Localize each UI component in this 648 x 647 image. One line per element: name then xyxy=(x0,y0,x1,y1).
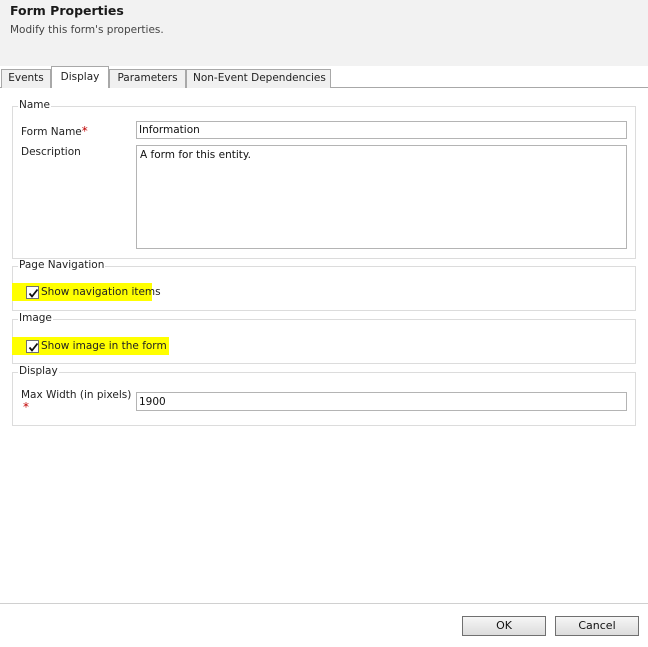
tab-display[interactable]: Display xyxy=(51,66,109,88)
image-section-legend: Image xyxy=(18,312,53,324)
dialog-footer xyxy=(0,604,648,647)
image-section: Image Show image in the form xyxy=(12,312,636,364)
description-textarea[interactable]: A form for this entity. xyxy=(136,145,627,249)
cancel-button[interactable]: Cancel xyxy=(555,616,639,636)
name-section-legend: Name xyxy=(18,99,51,111)
dialog-title: Form Properties xyxy=(10,3,124,18)
display-section-legend: Display xyxy=(18,365,59,377)
tab-events[interactable]: Events xyxy=(1,69,51,88)
max-width-label: Max Width (in pixels) xyxy=(21,389,132,401)
required-asterisk: * xyxy=(23,400,29,414)
checkmark-icon xyxy=(28,342,39,352)
form-name-input[interactable] xyxy=(136,121,627,139)
show-image-label[interactable]: Show image in the form xyxy=(41,340,167,352)
display-section: Display Max Width (in pixels) * xyxy=(12,365,636,426)
max-width-input[interactable] xyxy=(136,392,627,411)
dialog-header: Form Properties Modify this form's prope… xyxy=(0,0,648,66)
description-label: Description xyxy=(21,146,81,158)
show-image-checkbox[interactable] xyxy=(26,340,39,353)
checkmark-icon xyxy=(28,288,39,298)
dialog-subtitle: Modify this form's properties. xyxy=(10,24,164,36)
show-navigation-label[interactable]: Show navigation items xyxy=(41,286,161,298)
page-navigation-section: Page Navigation Show navigation items xyxy=(12,259,636,311)
tab-non-event-dependencies[interactable]: Non-Event Dependencies xyxy=(186,69,331,88)
tab-parameters[interactable]: Parameters xyxy=(109,69,186,88)
show-navigation-checkbox[interactable] xyxy=(26,286,39,299)
required-asterisk: * xyxy=(81,124,88,138)
form-name-label: Form Name* xyxy=(21,124,88,138)
tab-bar: Events Display Parameters Non-Event Depe… xyxy=(0,66,648,88)
name-section: Name Form Name* Description A form for t… xyxy=(12,99,636,259)
page-navigation-legend: Page Navigation xyxy=(18,259,106,271)
ok-button[interactable]: OK xyxy=(462,616,546,636)
